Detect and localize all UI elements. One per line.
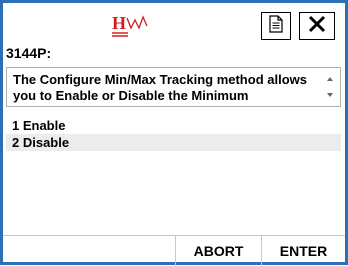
page-title: 3144P: <box>6 45 52 61</box>
document-icon <box>268 14 284 38</box>
options-list: 1 Enable 2 Disable <box>6 117 341 151</box>
description-scrollbar[interactable] <box>322 70 338 104</box>
description-box: The Configure Min/Max Tracking method al… <box>6 67 341 107</box>
list-item[interactable]: 1 Enable <box>6 117 341 134</box>
hw-logo-icon: H <box>112 12 152 40</box>
document-button[interactable] <box>261 12 291 40</box>
close-icon <box>307 14 327 39</box>
device-window: H 3144P: The Configure Min/Max Tracking … <box>0 0 348 266</box>
enter-button[interactable]: ENTER <box>261 236 345 266</box>
abort-button[interactable]: ABORT <box>175 236 261 266</box>
svg-text:H: H <box>112 13 126 33</box>
close-button[interactable] <box>299 12 335 40</box>
list-item[interactable]: 2 Disable <box>6 134 341 151</box>
description-text: The Configure Min/Max Tracking method al… <box>13 72 307 103</box>
footer-bar: ABORT ENTER <box>3 235 345 266</box>
